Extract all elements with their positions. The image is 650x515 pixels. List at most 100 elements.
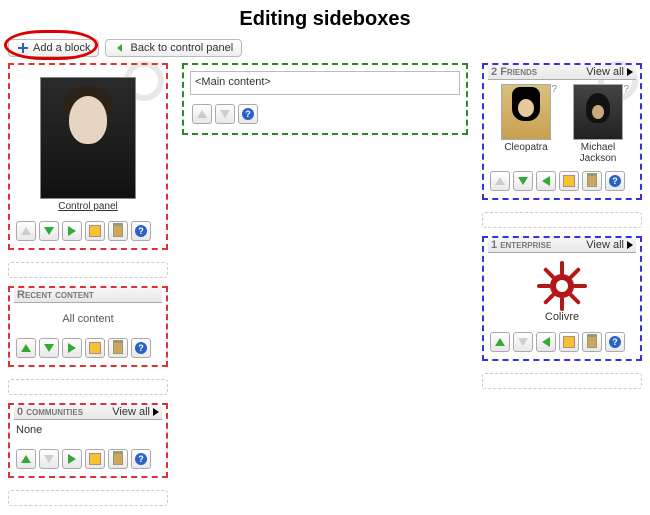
add-block-button[interactable]: Add a block bbox=[8, 39, 99, 57]
enterprise-item[interactable]: Colivre bbox=[488, 253, 636, 329]
trash-icon bbox=[113, 342, 123, 354]
trash-icon bbox=[587, 175, 597, 187]
right-enterprise-block[interactable]: 1 enterprise View all bbox=[482, 236, 642, 361]
view-all-link[interactable]: View all bbox=[112, 406, 159, 418]
communities-body: None bbox=[14, 420, 162, 446]
delete-button[interactable] bbox=[582, 332, 602, 352]
help-button[interactable]: ? bbox=[131, 449, 151, 469]
block-toolbar: ? bbox=[488, 329, 636, 355]
communities-title: 0 communities bbox=[17, 406, 83, 418]
friend-avatar bbox=[573, 84, 623, 140]
friend-item[interactable]: ? Michael Jackson bbox=[565, 84, 631, 164]
arrow-left-icon bbox=[114, 42, 126, 54]
friend-name: Michael Jackson bbox=[565, 142, 631, 164]
move-right-button[interactable] bbox=[62, 221, 82, 241]
edit-button[interactable] bbox=[85, 221, 105, 241]
page-title: Editing sideboxes bbox=[8, 8, 642, 31]
help-icon: ? bbox=[135, 342, 147, 354]
edit-button[interactable] bbox=[85, 338, 105, 358]
help-button[interactable]: ? bbox=[605, 332, 625, 352]
pencil-icon bbox=[89, 342, 101, 354]
help-button[interactable]: ? bbox=[238, 104, 258, 124]
edit-button[interactable] bbox=[559, 332, 579, 352]
delete-button[interactable] bbox=[108, 449, 128, 469]
top-toolbar: Add a block Back to control panel bbox=[8, 39, 642, 57]
back-button[interactable]: Back to control panel bbox=[105, 39, 242, 57]
move-left-button[interactable] bbox=[536, 171, 556, 191]
block-toolbar: ? bbox=[14, 446, 162, 472]
profile-portrait bbox=[40, 77, 136, 199]
enterprise-title: 1 enterprise bbox=[491, 239, 551, 251]
help-icon: ? bbox=[609, 336, 621, 348]
placeholder-slot bbox=[8, 379, 168, 395]
help-icon: ? bbox=[135, 225, 147, 237]
move-down-button[interactable] bbox=[39, 338, 59, 358]
recent-content-body: All content bbox=[14, 303, 162, 335]
block-toolbar: ? bbox=[488, 168, 636, 194]
pencil-icon bbox=[563, 175, 575, 187]
delete-button[interactable] bbox=[582, 171, 602, 191]
pencil-icon bbox=[89, 453, 101, 465]
back-label: Back to control panel bbox=[130, 42, 233, 54]
move-left-button[interactable] bbox=[536, 332, 556, 352]
move-up-button[interactable] bbox=[490, 171, 510, 191]
plus-icon bbox=[17, 42, 29, 54]
block-toolbar: ? bbox=[190, 101, 460, 127]
trash-icon bbox=[587, 336, 597, 348]
left-communities-block[interactable]: 0 communities View all None ? bbox=[8, 403, 168, 478]
help-icon: ? bbox=[623, 84, 629, 95]
view-all-link[interactable]: View all bbox=[586, 239, 633, 251]
move-down-button[interactable] bbox=[215, 104, 235, 124]
placeholder-slot bbox=[8, 262, 168, 278]
move-down-button[interactable] bbox=[513, 171, 533, 191]
placeholder-slot bbox=[482, 212, 642, 228]
pencil-icon bbox=[89, 225, 101, 237]
move-up-button[interactable] bbox=[16, 338, 36, 358]
edit-button[interactable] bbox=[559, 171, 579, 191]
trash-icon bbox=[113, 453, 123, 465]
placeholder-slot bbox=[8, 490, 168, 506]
move-down-button[interactable] bbox=[39, 221, 59, 241]
add-block-label: Add a block bbox=[33, 42, 90, 54]
right-friends-block[interactable]: 2 Friends View all ? Cleopatra ? Michael… bbox=[482, 63, 642, 200]
trash-icon bbox=[113, 225, 123, 237]
help-button[interactable]: ? bbox=[131, 338, 151, 358]
placeholder-slot bbox=[482, 373, 642, 389]
help-icon: ? bbox=[135, 453, 147, 465]
left-profile-block[interactable]: Control panel ? bbox=[8, 63, 168, 250]
control-panel-link[interactable]: Control panel bbox=[14, 201, 162, 212]
help-icon: ? bbox=[551, 84, 557, 95]
delete-button[interactable] bbox=[108, 338, 128, 358]
edit-button[interactable] bbox=[85, 449, 105, 469]
friend-avatar bbox=[501, 84, 551, 140]
move-down-button[interactable] bbox=[39, 449, 59, 469]
chevron-right-icon bbox=[153, 408, 159, 416]
block-toolbar: ? bbox=[14, 335, 162, 361]
help-icon: ? bbox=[242, 108, 254, 120]
move-down-button[interactable] bbox=[513, 332, 533, 352]
friends-title: 2 Friends bbox=[491, 66, 537, 78]
delete-button[interactable] bbox=[108, 221, 128, 241]
move-up-button[interactable] bbox=[16, 449, 36, 469]
move-up-button[interactable] bbox=[490, 332, 510, 352]
friend-name: Cleopatra bbox=[493, 142, 559, 153]
enterprise-name: Colivre bbox=[488, 311, 636, 323]
main-content-block[interactable]: <Main content> ? bbox=[182, 63, 468, 135]
move-up-button[interactable] bbox=[192, 104, 212, 124]
help-icon: ? bbox=[609, 175, 621, 187]
view-all-link[interactable]: View all bbox=[586, 66, 633, 78]
move-up-button[interactable] bbox=[16, 221, 36, 241]
recent-content-title: Recent content bbox=[17, 289, 94, 301]
left-recent-content-block[interactable]: Recent content All content ? bbox=[8, 286, 168, 367]
pencil-icon bbox=[563, 336, 575, 348]
main-content-placeholder[interactable]: <Main content> bbox=[190, 71, 460, 95]
help-button[interactable]: ? bbox=[605, 171, 625, 191]
friend-item[interactable]: ? Cleopatra bbox=[493, 84, 559, 164]
move-right-button[interactable] bbox=[62, 338, 82, 358]
chevron-right-icon bbox=[627, 68, 633, 76]
help-button[interactable]: ? bbox=[131, 221, 151, 241]
chevron-right-icon bbox=[627, 241, 633, 249]
block-toolbar: ? bbox=[14, 218, 162, 244]
enterprise-logo bbox=[539, 263, 585, 309]
move-right-button[interactable] bbox=[62, 449, 82, 469]
